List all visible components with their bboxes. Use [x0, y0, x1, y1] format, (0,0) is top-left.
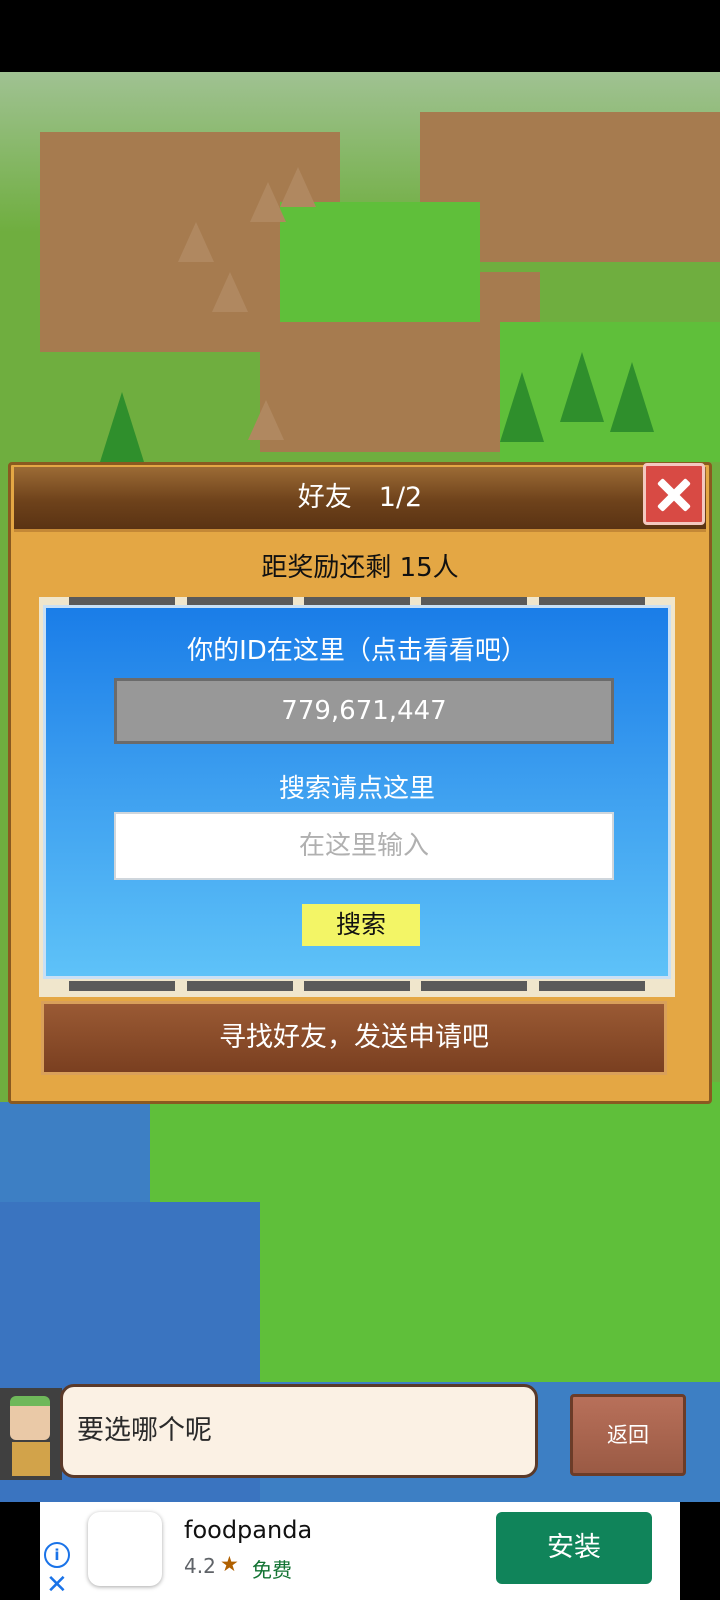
friend-id-panel: 你的ID在这里（点击看看吧） 779,671,447 搜索请点这里 搜索	[43, 605, 671, 979]
ad-price: 免费	[252, 1558, 292, 1582]
star-icon: ★	[220, 1552, 239, 1576]
friend-id-search-input[interactable]	[114, 812, 614, 880]
grass-tile	[280, 202, 480, 322]
search-label: 搜索请点这里	[278, 774, 435, 804]
frame-peg	[187, 981, 293, 991]
back-button[interactable]: 返回	[570, 1394, 686, 1476]
frame-peg	[421, 981, 527, 991]
status-bar	[0, 0, 720, 72]
tree	[560, 352, 604, 422]
friends-dialog: 好友 1/2 距奖励还剩 15人 你的ID在这里（点击看看吧） 779,671,…	[8, 462, 712, 1104]
find-friends-button[interactable]: 寻找好友，发送申请吧	[41, 1001, 667, 1075]
search-button[interactable]: 搜索	[302, 904, 420, 946]
dialog-title: 好友 1/2	[297, 482, 423, 513]
avatar-body	[12, 1442, 50, 1476]
character-avatar	[0, 1388, 62, 1480]
speech-text: 要选哪个呢	[77, 1415, 212, 1446]
frame-peg	[539, 981, 645, 991]
frame-peg	[304, 981, 410, 991]
your-id-label[interactable]: 你的ID在这里（点击看看吧）	[46, 630, 668, 667]
reward-remaining-text: 距奖励还剩 15人	[261, 553, 459, 583]
speech-bubble: 要选哪个呢	[60, 1384, 538, 1478]
close-icon[interactable]	[643, 463, 705, 525]
frame-peg	[69, 981, 175, 991]
install-button[interactable]: 安装	[496, 1512, 652, 1584]
ad-app-name[interactable]: foodpanda	[184, 1516, 312, 1544]
rock	[248, 400, 284, 440]
rock	[280, 167, 316, 207]
close-icon[interactable]: ✕	[46, 1572, 68, 1598]
dialog-header: 好友 1/2	[14, 467, 706, 532]
ad-rating: 4.2	[184, 1554, 216, 1578]
rock	[178, 222, 214, 262]
player-id-display[interactable]: 779,671,447	[114, 678, 614, 744]
tree	[100, 392, 144, 462]
info-icon[interactable]: i	[44, 1542, 70, 1568]
rock	[212, 272, 248, 312]
app-icon[interactable]	[88, 1512, 162, 1586]
tree	[610, 362, 654, 432]
ad-banner[interactable]: i ✕ foodpanda 4.2 ★ 免费 安装	[40, 1502, 680, 1600]
tree	[500, 372, 544, 442]
avatar-head	[10, 1396, 50, 1440]
